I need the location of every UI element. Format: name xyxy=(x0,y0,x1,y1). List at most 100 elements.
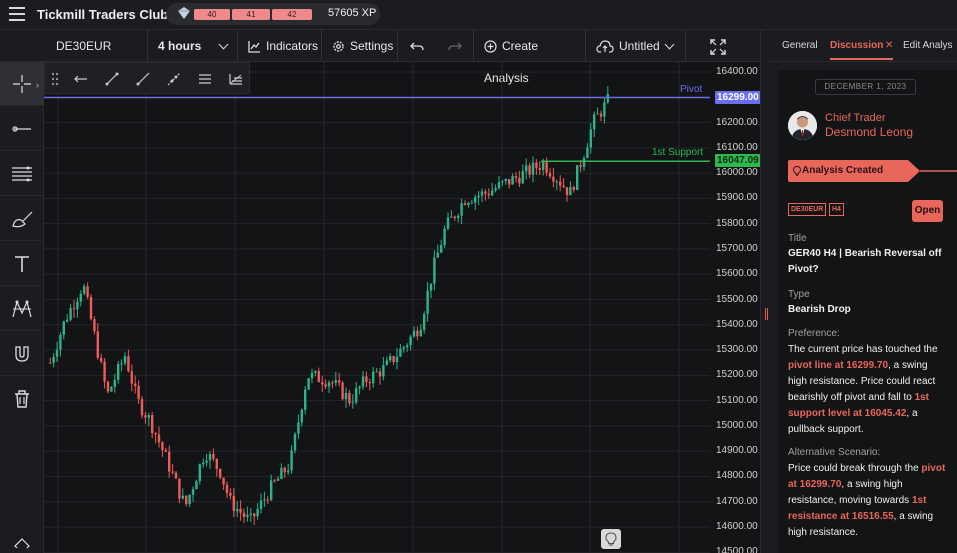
open-analysis-button[interactable]: Open xyxy=(912,200,943,222)
undo-icon[interactable] xyxy=(410,42,424,52)
lightbulb-icon[interactable] xyxy=(601,529,621,549)
candle-body xyxy=(256,508,259,517)
pattern-tool-button[interactable] xyxy=(0,287,44,331)
panel-divider[interactable] xyxy=(760,30,768,553)
brush-icon xyxy=(12,211,33,227)
tab-discussion[interactable]: Discussion xyxy=(830,40,883,51)
discussion-feed[interactable]: DECEMBER 1, 2023 Chief Trader Desmond Le… xyxy=(778,70,957,553)
settings-button[interactable]: Settings xyxy=(322,30,398,62)
candle-body xyxy=(229,492,232,496)
candle-body xyxy=(151,415,154,434)
price-chart[interactable] xyxy=(44,62,760,553)
tab-general[interactable]: General xyxy=(782,40,818,51)
text-tool-button[interactable] xyxy=(0,242,44,286)
candle-body xyxy=(440,245,443,253)
candle-body xyxy=(212,454,215,459)
candle-body xyxy=(460,203,463,216)
trend-line-tool-icon[interactable] xyxy=(96,63,127,95)
candle-body xyxy=(470,202,473,204)
candle-body xyxy=(406,345,409,348)
candle-body xyxy=(287,470,290,473)
brush-tool-button[interactable] xyxy=(0,197,44,241)
candle-body xyxy=(100,357,103,362)
candle-body xyxy=(416,330,419,337)
candle-body xyxy=(334,380,337,383)
drag-handle-icon[interactable] xyxy=(45,63,65,95)
parallel-channel-tool-icon[interactable] xyxy=(189,63,220,95)
candle-body xyxy=(365,376,368,383)
magnet-tool-button[interactable] xyxy=(0,332,44,376)
extended-line-tool-icon[interactable] xyxy=(158,63,189,95)
candle-body xyxy=(321,382,324,385)
delete-drawings-button[interactable] xyxy=(0,377,44,421)
line-tool-button[interactable] xyxy=(0,107,44,151)
close-tab-icon[interactable]: ✕ xyxy=(885,40,893,51)
chevron-right-icon[interactable]: › xyxy=(36,80,39,90)
candle-body xyxy=(171,471,174,473)
candle-body xyxy=(314,371,317,373)
pivot-price-tag: 16299.00 xyxy=(715,90,761,104)
undo-redo-group xyxy=(398,30,474,62)
xp-progress[interactable]: 40 41 42 57605 XP xyxy=(166,3,380,25)
candle-body xyxy=(283,467,286,473)
preference-text: The current price has touched the pivot … xyxy=(788,342,948,438)
candle-body xyxy=(130,371,133,384)
candle-body xyxy=(562,185,565,188)
fullscreen-button[interactable] xyxy=(686,30,760,62)
tab-edit-analysis[interactable]: Edit Analys xyxy=(903,40,952,51)
candle-body xyxy=(273,480,276,482)
top-bar: Tickmill Traders Club 40 41 42 57605 XP xyxy=(0,0,957,30)
candle-body xyxy=(409,336,412,346)
price-tick-label: 16200.00 xyxy=(716,116,758,128)
candle-body xyxy=(232,495,235,512)
candle-body xyxy=(215,458,218,469)
candle-body xyxy=(246,514,249,517)
date-separator: DECEMBER 1, 2023 xyxy=(815,79,916,95)
fib-tool-icon[interactable] xyxy=(220,63,251,95)
pattern-icon xyxy=(12,299,32,317)
crosshair-icon xyxy=(13,74,31,93)
candle-body xyxy=(603,102,606,117)
price-scale[interactable]: 16400.0016300.0016200.0016100.0016000.00… xyxy=(710,62,761,553)
ray-tool-icon[interactable] xyxy=(127,63,158,95)
menu-icon[interactable] xyxy=(9,7,25,21)
indicators-button[interactable]: Indicators xyxy=(238,30,322,62)
timeframe-selector[interactable]: 4 hours xyxy=(148,30,238,62)
analysis-title: GER40 H4 | Bearish Reversal off Pivot? xyxy=(788,248,942,275)
candle-body xyxy=(327,382,331,387)
candle-body xyxy=(528,165,531,175)
chevron-down-icon xyxy=(218,39,229,50)
collapse-toolbar-button[interactable] xyxy=(0,532,44,553)
avatar[interactable] xyxy=(788,111,817,140)
candle-body xyxy=(491,190,494,196)
candle-body xyxy=(545,161,548,173)
arrow-line-tool-icon[interactable] xyxy=(65,63,96,95)
author-name[interactable]: Desmond Leong xyxy=(825,125,913,139)
candlestick-plot[interactable] xyxy=(44,62,710,553)
candle-body xyxy=(259,500,263,509)
candle-body xyxy=(579,165,582,167)
candle-body xyxy=(72,308,76,310)
candle-body xyxy=(487,193,490,196)
channel-tool-button[interactable] xyxy=(0,152,44,196)
candle-body xyxy=(385,360,388,366)
candle-body xyxy=(174,472,178,479)
redo-icon[interactable] xyxy=(448,42,463,52)
candle-body xyxy=(341,382,344,400)
candle-body xyxy=(266,499,269,501)
candle-body xyxy=(66,319,69,322)
alternative-text-part: Price could break through the xyxy=(788,463,922,474)
candle-body xyxy=(103,361,106,382)
candle-body xyxy=(463,203,467,205)
candle-body xyxy=(198,464,201,482)
crosshair-tool-button[interactable]: › xyxy=(0,62,44,106)
candle-body xyxy=(518,177,521,184)
symbol-selector[interactable]: DE30EUR xyxy=(44,30,148,62)
candle-body xyxy=(467,202,470,205)
layout-selector[interactable]: Untitled xyxy=(586,30,686,62)
create-analysis-button[interactable]: Create Analysis xyxy=(474,30,586,85)
alternative-text: Price could break through the pivot at 1… xyxy=(788,461,948,541)
candle-body xyxy=(208,454,212,461)
support-line-label: 1st Support xyxy=(652,147,704,159)
candle-body xyxy=(477,195,480,198)
